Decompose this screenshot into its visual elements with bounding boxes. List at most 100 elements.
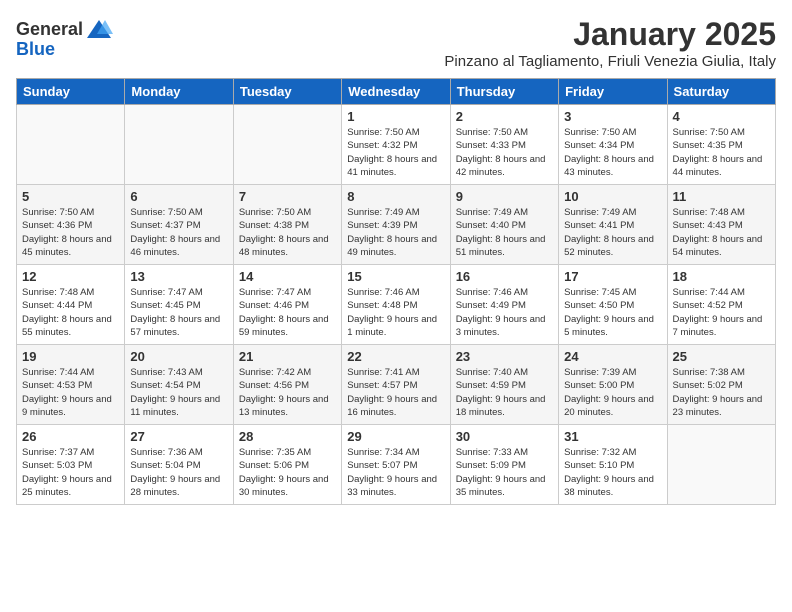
- day-info: Sunrise: 7:48 AM Sunset: 4:44 PM Dayligh…: [22, 286, 119, 339]
- day-number: 4: [673, 109, 770, 124]
- day-info: Sunrise: 7:34 AM Sunset: 5:07 PM Dayligh…: [347, 446, 444, 499]
- day-info: Sunrise: 7:50 AM Sunset: 4:36 PM Dayligh…: [22, 206, 119, 259]
- day-number: 28: [239, 429, 336, 444]
- weekday-header-thursday: Thursday: [450, 79, 558, 105]
- day-number: 26: [22, 429, 119, 444]
- day-number: 22: [347, 349, 444, 364]
- title-block: January 2025 Pinzano al Tagliamento, Fri…: [444, 16, 776, 70]
- calendar-cell: 7 Sunrise: 7:50 AM Sunset: 4:38 PM Daylig…: [233, 185, 341, 265]
- day-info: Sunrise: 7:47 AM Sunset: 4:46 PM Dayligh…: [239, 286, 336, 339]
- calendar-cell: 27 Sunrise: 7:36 AM Sunset: 5:04 PM Dayli…: [125, 425, 233, 505]
- day-info: Sunrise: 7:45 AM Sunset: 4:50 PM Dayligh…: [564, 286, 661, 339]
- calendar-cell: 22 Sunrise: 7:41 AM Sunset: 4:57 PM Dayli…: [342, 345, 450, 425]
- weekday-header-saturday: Saturday: [667, 79, 775, 105]
- day-number: 10: [564, 189, 661, 204]
- calendar-cell: 8Sunrise: 7:49 AM Sunset: 4:39 PM Daylig…: [342, 185, 450, 265]
- day-info: Sunrise: 7:39 AM Sunset: 5:00 PM Dayligh…: [564, 366, 661, 419]
- logo-icon: [85, 16, 113, 44]
- day-number: 17: [564, 269, 661, 284]
- day-info: Sunrise: 7:32 AM Sunset: 5:10 PM Dayligh…: [564, 446, 661, 499]
- calendar-cell: 28 Sunrise: 7:35 AM Sunset: 5:06 PM Dayli…: [233, 425, 341, 505]
- location-title: Pinzano al Tagliamento, Friuli Venezia G…: [444, 53, 776, 70]
- day-info: Sunrise: 7:47 AM Sunset: 4:45 PM Dayligh…: [130, 286, 227, 339]
- calendar-cell: 11 Sunrise: 7:48 AM Sunset: 4:43 PM Dayli…: [667, 185, 775, 265]
- calendar-week-4: 19Sunrise: 7:44 AM Sunset: 4:53 PM Dayli…: [17, 345, 776, 425]
- day-info: Sunrise: 7:50 AM Sunset: 4:32 PM Dayligh…: [347, 126, 444, 179]
- weekday-header-wednesday: Wednesday: [342, 79, 450, 105]
- calendar-cell: 13 Sunrise: 7:47 AM Sunset: 4:45 PM Dayli…: [125, 265, 233, 345]
- calendar-cell: 4 Sunrise: 7:50 AM Sunset: 4:35 PM Daylig…: [667, 105, 775, 185]
- calendar-cell: 5Sunrise: 7:50 AM Sunset: 4:36 PM Daylig…: [17, 185, 125, 265]
- calendar-cell: 25 Sunrise: 7:38 AM Sunset: 5:02 PM Dayli…: [667, 345, 775, 425]
- calendar-cell: 3 Sunrise: 7:50 AM Sunset: 4:34 PM Daylig…: [559, 105, 667, 185]
- calendar-cell: [233, 105, 341, 185]
- calendar-cell: 20Sunrise: 7:43 AM Sunset: 4:54 PM Dayli…: [125, 345, 233, 425]
- weekday-header-sunday: Sunday: [17, 79, 125, 105]
- calendar-week-3: 12 Sunrise: 7:48 AM Sunset: 4:44 PM Dayli…: [17, 265, 776, 345]
- calendar-cell: 21Sunrise: 7:42 AM Sunset: 4:56 PM Dayli…: [233, 345, 341, 425]
- calendar-cell: [17, 105, 125, 185]
- day-number: 3: [564, 109, 661, 124]
- calendar-cell: 10 Sunrise: 7:49 AM Sunset: 4:41 PM Dayli…: [559, 185, 667, 265]
- calendar-cell: [667, 425, 775, 505]
- day-number: 21: [239, 349, 336, 364]
- day-number: 14: [239, 269, 336, 284]
- day-info: Sunrise: 7:50 AM Sunset: 4:35 PM Dayligh…: [673, 126, 770, 179]
- calendar-cell: 29Sunrise: 7:34 AM Sunset: 5:07 PM Dayli…: [342, 425, 450, 505]
- logo-blue-text: Blue: [16, 40, 55, 60]
- day-info: Sunrise: 7:38 AM Sunset: 5:02 PM Dayligh…: [673, 366, 770, 419]
- logo-general-text: General: [16, 20, 83, 40]
- day-info: Sunrise: 7:44 AM Sunset: 4:53 PM Dayligh…: [22, 366, 119, 419]
- day-number: 25: [673, 349, 770, 364]
- calendar-cell: 2Sunrise: 7:50 AM Sunset: 4:33 PM Daylig…: [450, 105, 558, 185]
- month-title: January 2025: [444, 16, 776, 53]
- day-info: Sunrise: 7:48 AM Sunset: 4:43 PM Dayligh…: [673, 206, 770, 259]
- day-number: 9: [456, 189, 553, 204]
- day-info: Sunrise: 7:50 AM Sunset: 4:38 PM Dayligh…: [239, 206, 336, 259]
- day-number: 18: [673, 269, 770, 284]
- calendar-cell: 26Sunrise: 7:37 AM Sunset: 5:03 PM Dayli…: [17, 425, 125, 505]
- day-number: 2: [456, 109, 553, 124]
- calendar-cell: 31 Sunrise: 7:32 AM Sunset: 5:10 PM Dayli…: [559, 425, 667, 505]
- weekday-header-monday: Monday: [125, 79, 233, 105]
- weekday-header-tuesday: Tuesday: [233, 79, 341, 105]
- day-info: Sunrise: 7:46 AM Sunset: 4:49 PM Dayligh…: [456, 286, 553, 339]
- day-number: 30: [456, 429, 553, 444]
- calendar-cell: [125, 105, 233, 185]
- day-info: Sunrise: 7:49 AM Sunset: 4:40 PM Dayligh…: [456, 206, 553, 259]
- calendar-table: SundayMondayTuesdayWednesdayThursdayFrid…: [16, 78, 776, 505]
- calendar-cell: 19Sunrise: 7:44 AM Sunset: 4:53 PM Dayli…: [17, 345, 125, 425]
- calendar-cell: 24Sunrise: 7:39 AM Sunset: 5:00 PM Dayli…: [559, 345, 667, 425]
- day-number: 31: [564, 429, 661, 444]
- day-number: 1: [347, 109, 444, 124]
- day-info: Sunrise: 7:50 AM Sunset: 4:37 PM Dayligh…: [130, 206, 227, 259]
- calendar-cell: 23Sunrise: 7:40 AM Sunset: 4:59 PM Dayli…: [450, 345, 558, 425]
- day-number: 16: [456, 269, 553, 284]
- day-number: 12: [22, 269, 119, 284]
- day-info: Sunrise: 7:41 AM Sunset: 4:57 PM Dayligh…: [347, 366, 444, 419]
- day-info: Sunrise: 7:49 AM Sunset: 4:41 PM Dayligh…: [564, 206, 661, 259]
- day-info: Sunrise: 7:33 AM Sunset: 5:09 PM Dayligh…: [456, 446, 553, 499]
- calendar-cell: 18 Sunrise: 7:44 AM Sunset: 4:52 PM Dayli…: [667, 265, 775, 345]
- calendar-week-5: 26Sunrise: 7:37 AM Sunset: 5:03 PM Dayli…: [17, 425, 776, 505]
- day-number: 13: [130, 269, 227, 284]
- calendar-cell: 6 Sunrise: 7:50 AM Sunset: 4:37 PM Daylig…: [125, 185, 233, 265]
- day-info: Sunrise: 7:44 AM Sunset: 4:52 PM Dayligh…: [673, 286, 770, 339]
- day-number: 11: [673, 189, 770, 204]
- header: General Blue January 2025 Pinzano al Tag…: [16, 16, 776, 70]
- day-number: 7: [239, 189, 336, 204]
- calendar-week-1: 1 Sunrise: 7:50 AM Sunset: 4:32 PM Daylig…: [17, 105, 776, 185]
- day-info: Sunrise: 7:35 AM Sunset: 5:06 PM Dayligh…: [239, 446, 336, 499]
- day-info: Sunrise: 7:43 AM Sunset: 4:54 PM Dayligh…: [130, 366, 227, 419]
- day-number: 27: [130, 429, 227, 444]
- day-number: 6: [130, 189, 227, 204]
- day-number: 15: [347, 269, 444, 284]
- day-number: 23: [456, 349, 553, 364]
- calendar-cell: 15Sunrise: 7:46 AM Sunset: 4:48 PM Dayli…: [342, 265, 450, 345]
- calendar-cell: 1 Sunrise: 7:50 AM Sunset: 4:32 PM Daylig…: [342, 105, 450, 185]
- day-info: Sunrise: 7:50 AM Sunset: 4:34 PM Dayligh…: [564, 126, 661, 179]
- day-info: Sunrise: 7:36 AM Sunset: 5:04 PM Dayligh…: [130, 446, 227, 499]
- weekday-header-row: SundayMondayTuesdayWednesdayThursdayFrid…: [17, 79, 776, 105]
- calendar-week-2: 5Sunrise: 7:50 AM Sunset: 4:36 PM Daylig…: [17, 185, 776, 265]
- calendar-cell: 14 Sunrise: 7:47 AM Sunset: 4:46 PM Dayli…: [233, 265, 341, 345]
